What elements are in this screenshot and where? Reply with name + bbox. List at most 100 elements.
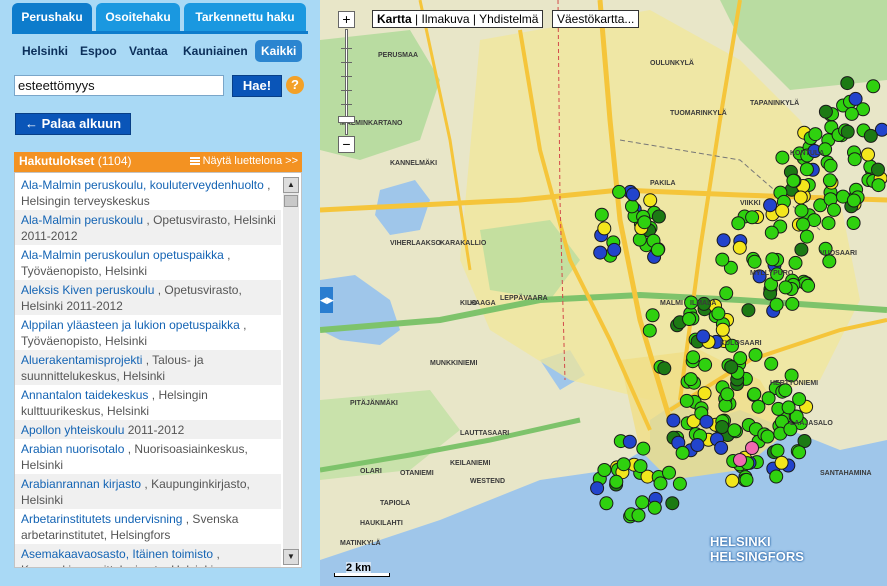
location-marker[interactable] xyxy=(725,473,740,488)
tab-perushaku[interactable]: Perushaku xyxy=(12,3,92,33)
location-marker[interactable] xyxy=(635,495,650,510)
result-link[interactable]: Annantalon taidekeskus xyxy=(21,388,148,402)
location-marker[interactable] xyxy=(612,184,627,199)
location-marker[interactable] xyxy=(679,393,694,408)
location-marker[interactable] xyxy=(718,398,733,413)
location-marker[interactable] xyxy=(786,173,801,188)
location-marker[interactable] xyxy=(823,158,838,173)
location-marker[interactable] xyxy=(727,423,742,438)
location-marker[interactable] xyxy=(719,286,734,301)
location-marker[interactable] xyxy=(720,387,735,402)
location-marker[interactable] xyxy=(748,347,763,362)
location-marker[interactable] xyxy=(866,79,881,94)
location-marker[interactable] xyxy=(724,360,739,374)
location-marker[interactable] xyxy=(609,474,624,489)
location-marker[interactable] xyxy=(690,438,705,452)
location-marker[interactable] xyxy=(801,278,816,293)
location-marker[interactable] xyxy=(747,254,762,269)
location-marker[interactable] xyxy=(788,255,803,270)
tab-tarkennettu-haku[interactable]: Tarkennettu haku xyxy=(184,3,306,33)
result-link[interactable]: Ala-Malmin peruskoulu, kouluterveydenhuo… xyxy=(21,178,264,192)
location-marker[interactable] xyxy=(633,459,648,474)
result-link[interactable]: Arbetarinstitutets undervisning xyxy=(21,512,182,526)
location-marker[interactable] xyxy=(764,225,779,240)
location-marker[interactable] xyxy=(775,203,790,218)
location-marker[interactable] xyxy=(715,252,730,267)
location-marker[interactable] xyxy=(840,76,855,91)
location-marker[interactable] xyxy=(698,357,713,372)
location-marker[interactable] xyxy=(636,441,651,456)
location-marker[interactable] xyxy=(765,252,780,267)
location-marker[interactable] xyxy=(732,240,747,255)
location-marker[interactable] xyxy=(794,242,809,257)
location-marker[interactable] xyxy=(683,372,698,387)
city-kauniainen[interactable]: Kauniainen xyxy=(183,40,248,62)
location-marker[interactable] xyxy=(637,215,652,230)
search-input[interactable] xyxy=(14,75,224,96)
location-marker[interactable] xyxy=(822,173,837,188)
location-marker[interactable] xyxy=(847,152,862,167)
location-marker[interactable] xyxy=(645,308,660,323)
location-marker[interactable] xyxy=(616,457,631,472)
location-marker[interactable] xyxy=(631,508,646,523)
location-marker[interactable] xyxy=(622,434,637,449)
location-marker[interactable] xyxy=(651,209,666,224)
zoom-slider-handle[interactable] xyxy=(338,116,355,123)
zoom-out-button[interactable]: − xyxy=(338,136,355,153)
location-marker[interactable] xyxy=(597,221,612,236)
location-marker[interactable] xyxy=(861,147,875,162)
location-marker[interactable] xyxy=(653,476,668,491)
location-marker[interactable] xyxy=(781,400,796,415)
location-marker[interactable] xyxy=(682,312,697,326)
result-link[interactable]: Aleksis Kiven peruskoulu xyxy=(21,283,154,297)
show-as-list-link[interactable]: Näytä luettelona >> xyxy=(189,155,298,167)
location-marker[interactable] xyxy=(686,350,701,365)
location-marker[interactable] xyxy=(699,414,714,429)
location-marker[interactable] xyxy=(665,496,680,511)
location-marker[interactable] xyxy=(594,207,609,222)
location-marker[interactable] xyxy=(643,193,658,208)
map-view[interactable]: PERUSMAA PAKILA TAPANINKYLÄ MALMI KANNELMÄKI… xyxy=(320,0,887,586)
result-link[interactable]: Aluerakentamisprojekti xyxy=(21,353,142,367)
location-marker[interactable] xyxy=(715,420,730,434)
city-helsinki[interactable]: Helsinki xyxy=(22,40,68,62)
map-type-kartta[interactable]: Kartta xyxy=(377,12,412,26)
location-marker[interactable] xyxy=(590,481,605,496)
population-map-button[interactable]: Väestökartta... xyxy=(552,10,640,28)
location-marker[interactable] xyxy=(799,162,814,177)
location-marker[interactable] xyxy=(733,453,747,467)
result-link[interactable]: Arabian nuorisotalo xyxy=(21,442,124,456)
scroll-down-icon[interactable]: ▼ xyxy=(283,549,299,565)
location-marker[interactable] xyxy=(747,387,762,402)
location-marker[interactable] xyxy=(799,229,814,244)
location-marker[interactable] xyxy=(672,476,687,491)
location-marker[interactable] xyxy=(666,413,681,428)
location-marker[interactable] xyxy=(626,187,640,202)
location-marker[interactable] xyxy=(745,441,759,455)
location-marker[interactable] xyxy=(760,429,775,444)
location-marker[interactable] xyxy=(711,306,726,321)
result-link[interactable]: Ala-Malmin peruskoulu xyxy=(21,213,143,227)
location-marker[interactable] xyxy=(818,104,833,119)
location-marker[interactable] xyxy=(808,127,823,142)
back-to-start-button[interactable]: ← Palaa alkuun xyxy=(15,113,131,135)
location-marker[interactable] xyxy=(741,303,756,318)
location-marker[interactable] xyxy=(792,445,807,460)
location-marker[interactable] xyxy=(662,465,676,480)
result-link[interactable]: Alppilan yläasteen ja lukion opetuspaikk… xyxy=(21,318,240,332)
scroll-thumb[interactable] xyxy=(284,195,298,207)
search-button[interactable]: Hae! xyxy=(232,75,282,97)
location-marker[interactable] xyxy=(696,329,711,344)
location-marker[interactable] xyxy=(714,440,729,455)
location-marker[interactable] xyxy=(769,469,784,484)
location-marker[interactable] xyxy=(793,190,808,205)
location-marker[interactable] xyxy=(763,198,778,213)
location-marker[interactable] xyxy=(607,242,622,257)
location-marker[interactable] xyxy=(675,445,690,460)
city-kaikki[interactable]: Kaikki xyxy=(255,40,303,62)
location-marker[interactable] xyxy=(827,202,841,217)
collapse-panel-icon[interactable]: ◀▶ xyxy=(320,287,334,313)
location-marker[interactable] xyxy=(794,203,809,218)
location-marker[interactable] xyxy=(846,193,861,208)
city-espoo[interactable]: Espoo xyxy=(80,40,117,62)
